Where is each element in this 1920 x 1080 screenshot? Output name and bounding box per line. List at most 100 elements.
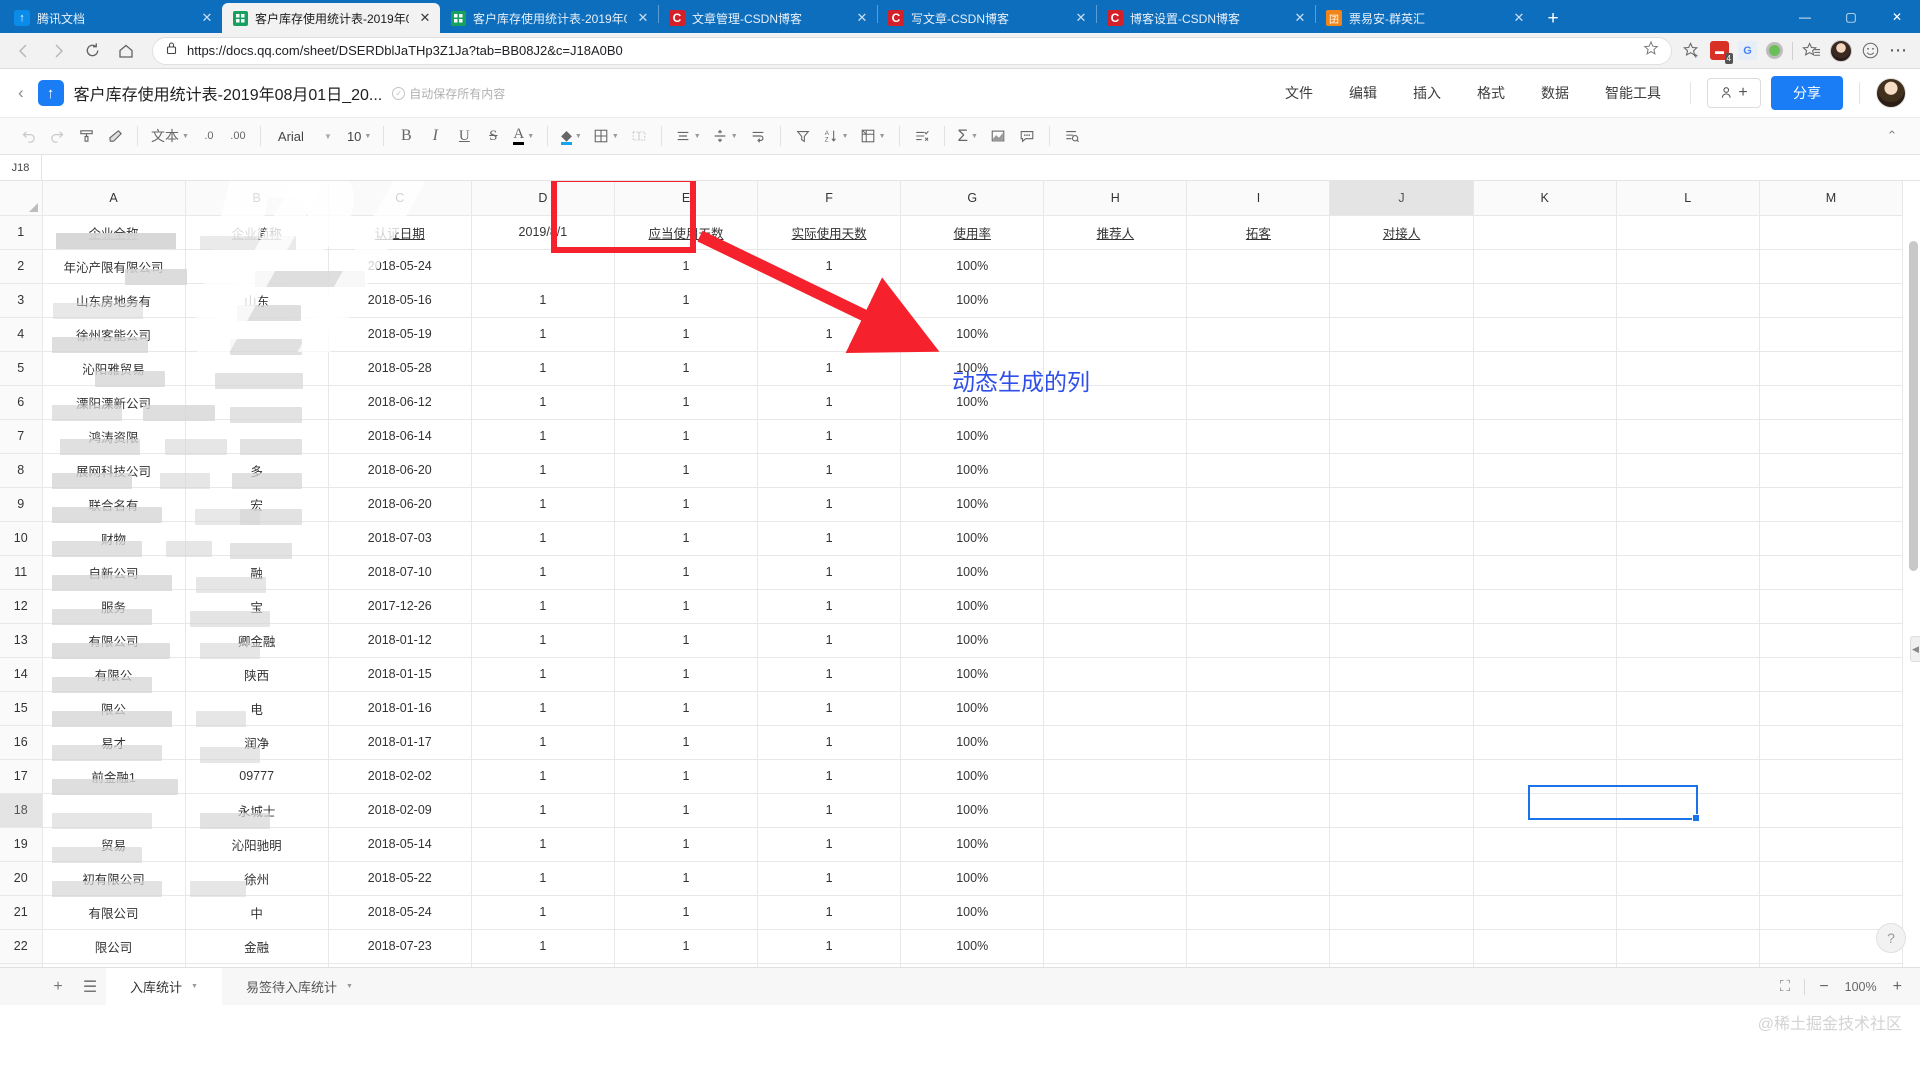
cell-h[interactable]: [1043, 691, 1188, 726]
tab-close-icon[interactable]: ✕: [853, 9, 871, 27]
cell-k[interactable]: [1473, 555, 1617, 590]
cell-g[interactable]: 100%: [900, 963, 1045, 967]
cell-l[interactable]: [1616, 317, 1760, 352]
extension-dot-icon[interactable]: [1766, 42, 1783, 59]
cell-j[interactable]: [1329, 419, 1474, 454]
cell-k[interactable]: [1473, 691, 1617, 726]
cell-l1[interactable]: [1616, 215, 1760, 250]
table-row-21[interactable]: 21 有限公司中 2018-05-24 1 1 1 100%: [0, 895, 1904, 930]
cell-i[interactable]: [1186, 827, 1331, 862]
insert-chart-button[interactable]: [984, 122, 1012, 150]
collections-icon[interactable]: [1802, 41, 1821, 60]
cell-e[interactable]: 1: [614, 317, 759, 352]
cell-j[interactable]: [1329, 351, 1474, 386]
column-header-j[interactable]: J: [1329, 181, 1474, 216]
browser-more-icon[interactable]: ⋯: [1889, 40, 1908, 61]
window-maximize-button[interactable]: ▢: [1828, 0, 1874, 33]
cell-g[interactable]: 100%: [900, 691, 1045, 726]
cell-e[interactable]: 1: [614, 657, 759, 692]
row-header[interactable]: 2: [0, 249, 43, 284]
cell-m[interactable]: [1759, 249, 1904, 284]
row-header[interactable]: 9: [0, 487, 43, 522]
cell-e[interactable]: 1: [614, 759, 759, 794]
cell-g1[interactable]: 使用率: [900, 215, 1045, 250]
cell-f[interactable]: 1: [757, 453, 902, 488]
cell-g[interactable]: 100%: [900, 521, 1045, 556]
cell-b[interactable]: 中: [185, 895, 329, 930]
cell-f[interactable]: 1: [757, 827, 902, 862]
cell-k[interactable]: [1473, 623, 1617, 658]
cell-k[interactable]: [1473, 521, 1617, 556]
cell-f[interactable]: 1: [757, 317, 902, 352]
cell-g[interactable]: 100%: [900, 759, 1045, 794]
spreadsheet-area[interactable]: R A B C D E F G H I J K L M 1 企: [0, 181, 1920, 967]
sheet-tab-1[interactable]: 易签待入库统计 ▼: [222, 968, 377, 1005]
cell-m[interactable]: [1759, 385, 1904, 420]
comment-button[interactable]: [1013, 122, 1041, 150]
cell-e[interactable]: 1: [614, 521, 759, 556]
cell-j[interactable]: [1329, 895, 1474, 930]
decrease-decimal-icon[interactable]: .0: [195, 122, 223, 150]
merge-cells-button[interactable]: [625, 122, 653, 150]
cell-k[interactable]: [1473, 793, 1617, 828]
cell-k[interactable]: [1473, 385, 1617, 420]
cell-e[interactable]: 1: [614, 385, 759, 420]
cell-m[interactable]: [1759, 521, 1904, 556]
cell-l[interactable]: [1616, 623, 1760, 658]
cell-h[interactable]: [1043, 759, 1188, 794]
cell-b[interactable]: [185, 963, 329, 967]
cell-j-selected[interactable]: [1329, 793, 1474, 828]
sheet-tab-0[interactable]: 入库统计 ▼: [106, 968, 222, 1005]
add-sheet-button[interactable]: +: [42, 968, 74, 1005]
cell-l[interactable]: [1616, 657, 1760, 692]
bold-button[interactable]: B: [392, 122, 420, 150]
cell-e1[interactable]: 应当使用天数: [614, 215, 759, 250]
cell-j[interactable]: [1329, 827, 1474, 862]
row-header[interactable]: 20: [0, 861, 43, 896]
column-header-g[interactable]: G: [900, 181, 1045, 216]
cell-g[interactable]: 100%: [900, 929, 1045, 964]
cell-g[interactable]: 100%: [900, 351, 1045, 386]
table-row-14[interactable]: 14 有限公 陕西 2018-01-15 1 1 1 100%: [0, 657, 1904, 692]
cell-e[interactable]: 1: [614, 963, 759, 967]
number-format-dropdown[interactable]: 文本 ▼: [146, 122, 194, 150]
sheet-list-icon[interactable]: ☰: [74, 968, 106, 1005]
invite-collaborator-button[interactable]: +: [1707, 78, 1761, 108]
cell-c[interactable]: 2018-05-16: [328, 283, 472, 318]
cell-i[interactable]: [1186, 895, 1331, 930]
cell-f[interactable]: 1: [757, 487, 902, 522]
cell-j[interactable]: [1329, 589, 1474, 624]
align-button[interactable]: ▼: [670, 122, 706, 150]
row-header[interactable]: 3: [0, 283, 43, 318]
cell-c[interactable]: 2018-07-23: [328, 929, 472, 964]
cell-j[interactable]: [1329, 521, 1474, 556]
cell-e[interactable]: 1: [614, 249, 759, 284]
cell-i[interactable]: [1186, 351, 1331, 386]
font-family-chevron-down-icon[interactable]: ▼: [314, 122, 342, 150]
cell-i[interactable]: [1186, 861, 1331, 896]
column-header-h[interactable]: H: [1043, 181, 1188, 216]
cell-h[interactable]: [1043, 963, 1188, 967]
tab-close-icon[interactable]: ✕: [1291, 9, 1309, 27]
cell-c[interactable]: 2018-06-20: [328, 487, 472, 522]
cell-f[interactable]: 1: [757, 623, 902, 658]
row-header[interactable]: 23: [0, 963, 43, 967]
cell-i[interactable]: [1186, 589, 1331, 624]
cell-c[interactable]: 2017-12-26: [328, 589, 472, 624]
cell-c[interactable]: 2018-01-16: [328, 691, 472, 726]
table-row-18[interactable]: 18 永城士 2018-02-09 1 1 1 100%: [0, 793, 1904, 828]
table-row-16[interactable]: 16 易才 润净 2018-01-17 1 1 1 100%: [0, 725, 1904, 760]
zoom-in-button[interactable]: +: [1893, 978, 1902, 996]
cell-l[interactable]: [1616, 827, 1760, 862]
cell-k[interactable]: [1473, 487, 1617, 522]
browser-profile-avatar[interactable]: [1830, 39, 1852, 62]
bookmark-star-icon[interactable]: [1643, 40, 1659, 61]
menu-insert[interactable]: 插入: [1400, 77, 1454, 109]
cell-m[interactable]: [1759, 793, 1904, 828]
cell-g[interactable]: 100%: [900, 283, 1045, 318]
cell-f[interactable]: 1: [757, 691, 902, 726]
table-row-17[interactable]: 17 前金融1 09777 2018-02-02 1 1 1 100%: [0, 759, 1904, 794]
cell-h[interactable]: [1043, 385, 1188, 420]
cell-c[interactable]: 2018-05-24: [328, 895, 472, 930]
cell-f[interactable]: 1: [757, 929, 902, 964]
